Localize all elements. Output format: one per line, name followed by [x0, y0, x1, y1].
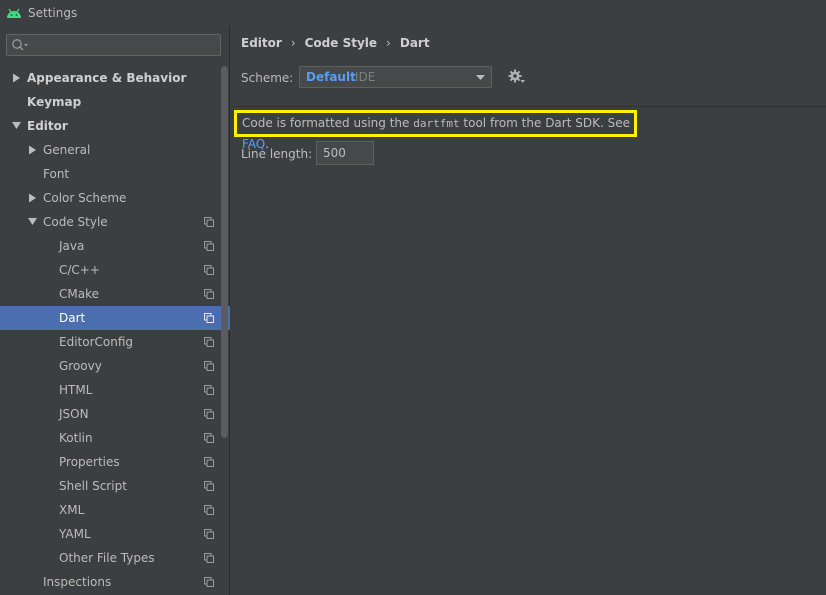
tree-item-font[interactable]: Font: [0, 162, 230, 186]
tree-item-cmake[interactable]: CMake: [0, 282, 230, 306]
project-scope-icon: [204, 457, 214, 467]
tree-item-kotlin[interactable]: Kotlin: [0, 426, 230, 450]
breadcrumb: Editor › Code Style › Dart: [241, 34, 430, 52]
tree-item-c-c[interactable]: C/C++: [0, 258, 230, 282]
expand-down-icon[interactable]: [28, 210, 38, 234]
expand-right-icon[interactable]: [12, 66, 22, 90]
tree-item-yaml[interactable]: YAML: [0, 522, 230, 546]
tree-item-label: Shell Script: [59, 479, 127, 493]
tree-item-xml[interactable]: XML: [0, 498, 230, 522]
tree-item-editorconfig[interactable]: EditorConfig: [0, 330, 230, 354]
gear-icon[interactable]: [508, 69, 526, 85]
breadcrumb-dart: Dart: [399, 36, 430, 50]
notice-tool: dartfmt: [413, 117, 460, 130]
tree-item-appearance-behavior[interactable]: Appearance & Behavior: [0, 66, 230, 90]
line-length-input[interactable]: 500: [316, 141, 374, 165]
scheme-dropdown[interactable]: Default IDE: [299, 66, 492, 88]
breadcrumb-separator-icon: ›: [290, 36, 296, 50]
project-scope-icon: [204, 529, 214, 539]
breadcrumb-editor[interactable]: Editor: [241, 36, 282, 50]
tree-item-label: Properties: [59, 455, 120, 469]
tree-item-label: Keymap: [27, 95, 82, 109]
project-scope-icon: [204, 217, 214, 227]
tree-item-label: XML: [59, 503, 85, 517]
tree-item-label: Kotlin: [59, 431, 93, 445]
expand-down-icon[interactable]: [12, 114, 22, 138]
tree-item-label: General: [43, 143, 91, 157]
title-bar: Settings: [0, 0, 826, 26]
tree-item-label: Code Style: [43, 215, 108, 229]
project-scope-icon: [204, 313, 214, 323]
project-scope-icon: [204, 553, 214, 563]
tree-item-label: Inspections: [43, 575, 112, 589]
notice-prefix: Code is formatted using the: [242, 116, 414, 130]
project-scope-icon: [204, 433, 214, 443]
tree-item-java[interactable]: Java: [0, 234, 230, 258]
tree-item-editor[interactable]: Editor: [0, 114, 230, 138]
window-title: Settings: [28, 6, 78, 20]
project-scope-icon: [204, 505, 214, 515]
tree-item-label: JSON: [59, 407, 89, 421]
search-input[interactable]: [6, 34, 221, 56]
project-scope-icon: [204, 481, 214, 491]
tree-item-label: C/C++: [59, 263, 100, 277]
tree-item-label: YAML: [59, 527, 91, 541]
scheme-name: Default: [306, 70, 356, 84]
tree-item-label: Appearance & Behavior: [27, 71, 187, 85]
project-scope-icon: [204, 385, 214, 395]
header-divider: [231, 106, 826, 107]
scheme-label: Scheme:: [241, 71, 294, 85]
android-icon: [7, 8, 21, 18]
tree-item-json[interactable]: JSON: [0, 402, 230, 426]
tree-item-label: Font: [43, 167, 70, 181]
chevron-down-icon: [476, 75, 485, 80]
dartfmt-notice: Code is formatted using the dartfmt tool…: [234, 110, 637, 151]
settings-sidebar: Appearance & Behavior Keymap Editor General…: [0, 26, 230, 595]
tree-item-html[interactable]: HTML: [0, 378, 230, 402]
tree-item-color-scheme[interactable]: Color Scheme: [0, 186, 230, 210]
tree-item-label: Color Scheme: [43, 191, 127, 205]
tree-item-label: Dart: [59, 311, 86, 325]
settings-content: Editor › Code Style › Dart Scheme: Default I…: [231, 26, 826, 595]
tree-item-keymap[interactable]: Keymap: [0, 90, 230, 114]
line-length-label: Line length:: [241, 147, 313, 161]
tree-item-shell-script[interactable]: Shell Script: [0, 474, 230, 498]
tree-item-label: EditorConfig: [59, 335, 134, 349]
tree-item-properties[interactable]: Properties: [0, 450, 230, 474]
tree-item-label: Groovy: [59, 359, 102, 373]
tree-item-label: HTML: [59, 383, 93, 397]
project-scope-icon: [204, 337, 214, 347]
breadcrumb-code-style[interactable]: Code Style: [305, 36, 377, 50]
tree-item-groovy[interactable]: Groovy: [0, 354, 230, 378]
sidebar-scrollbar[interactable]: [221, 66, 228, 438]
tree-item-label: CMake: [59, 287, 99, 301]
tree-item-inspections[interactable]: Inspections: [0, 570, 230, 594]
expand-right-icon[interactable]: [28, 138, 38, 162]
project-scope-icon: [204, 409, 214, 419]
project-scope-icon: [204, 577, 214, 587]
project-scope-icon: [204, 241, 214, 251]
expand-right-icon[interactable]: [28, 186, 38, 210]
breadcrumb-separator-icon: ›: [386, 36, 391, 50]
project-scope-icon: [204, 265, 214, 275]
tree-item-label: Other File Types: [59, 551, 155, 565]
project-scope-icon: [204, 361, 214, 371]
project-scope-icon: [204, 289, 214, 299]
search-icon: [12, 39, 28, 51]
tree-item-other-file-types[interactable]: Other File Types: [0, 546, 230, 570]
tree-item-label: Editor: [27, 119, 68, 133]
notice-middle: tool from the Dart SDK. See: [459, 116, 630, 130]
scheme-kind: IDE: [355, 70, 376, 84]
tree-item-label: Java: [59, 239, 85, 253]
tree-item-dart[interactable]: Dart: [0, 306, 230, 330]
settings-tree: Appearance & Behavior Keymap Editor General…: [0, 66, 230, 594]
tree-item-code-style[interactable]: Code Style: [0, 210, 230, 234]
tree-item-general[interactable]: General: [0, 138, 230, 162]
